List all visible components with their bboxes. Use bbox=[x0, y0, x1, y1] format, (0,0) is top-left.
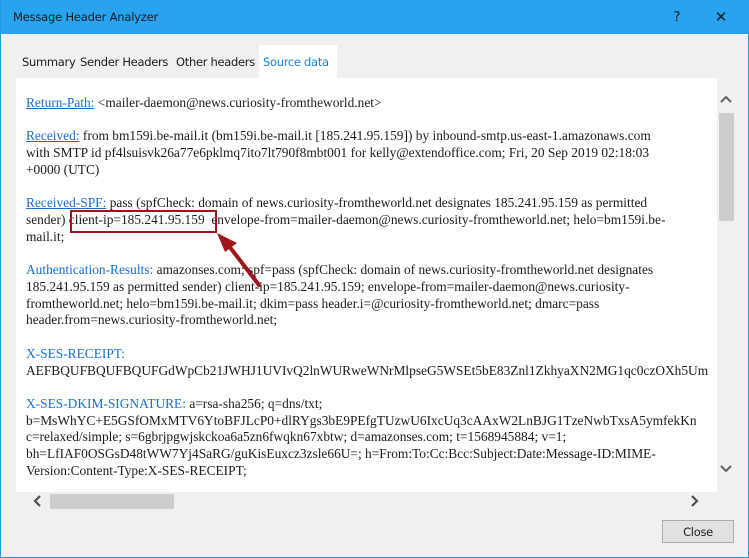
close-button[interactable]: Close bbox=[662, 520, 734, 543]
header-value: +0000 (UTC) bbox=[26, 161, 100, 177]
scroll-left-button[interactable] bbox=[28, 492, 46, 510]
client-ip-value: client-ip=185.241.95.159 bbox=[68, 211, 205, 227]
window-title: Message Header Analyzer bbox=[13, 10, 159, 24]
scroll-down-button[interactable] bbox=[717, 460, 735, 478]
header-value: AEFBQUFBQUFBQUFGdWpCb21JWHJ1UVIvQ2lnWURw… bbox=[26, 362, 709, 378]
header-entry-received-spf: Received-SPF: pass (spfCheck: domain of … bbox=[26, 195, 716, 245]
header-value: from bm159i.be-mail.it (bm159i.be-mail.i… bbox=[82, 128, 651, 144]
header-value: sender) bbox=[26, 211, 66, 227]
header-value: pass (spfCheck: domain of news.curiosity… bbox=[109, 195, 648, 211]
header-value: with SMTP id pf4lsuisvk26a77e6pklmq7ito7… bbox=[26, 145, 650, 161]
header-key-link[interactable]: X-SES-DKIM-SIGNATURE: bbox=[26, 396, 186, 411]
chevron-right-icon bbox=[691, 495, 699, 507]
scroll-right-button[interactable] bbox=[686, 492, 704, 510]
header-key-link[interactable]: Received: bbox=[26, 128, 80, 143]
header-value: mail.it; bbox=[26, 228, 65, 244]
header-value: 185.241.95.159 as permitted sender) clie… bbox=[26, 278, 630, 294]
tab-sender-headers[interactable]: Sender Headers bbox=[76, 45, 172, 78]
header-key-link[interactable]: Received-SPF: bbox=[26, 195, 106, 210]
vertical-scroll-thumb[interactable] bbox=[719, 113, 734, 221]
horizontal-scrollbar[interactable] bbox=[16, 492, 717, 510]
header-value: header.from=news.curiosity-fromtheworld.… bbox=[26, 312, 278, 328]
header-value: Version:Content-Type:X-SES-RECEIPT; bbox=[26, 463, 247, 479]
header-entry-x-ses-receipt: X-SES-RECEIPT: AEFBQUFBQUFBQUFGdWpCb21JW… bbox=[26, 346, 716, 380]
source-data-text: Return-Path: <mailer-daemon@news.curiosi… bbox=[26, 95, 716, 492]
header-key-link[interactable]: Return-Path: bbox=[26, 95, 94, 110]
help-button[interactable]: ? bbox=[655, 0, 699, 34]
window-close-button[interactable]: ✕ bbox=[699, 0, 743, 34]
scroll-up-button[interactable] bbox=[717, 90, 735, 108]
header-value: bh=LfIAF0OSGsD48tWW7Yj4SaRG/guKisEuxcz3z… bbox=[26, 446, 656, 462]
header-key-link[interactable]: Authentication-Results: bbox=[26, 262, 153, 277]
message-header-analyzer-dialog: Message Header Analyzer ? ✕ Summary Send… bbox=[0, 0, 749, 558]
header-value: fromtheworld.net; helo=bm159i.be-mail.it… bbox=[26, 295, 600, 311]
chevron-down-icon bbox=[720, 465, 732, 473]
header-value: <mailer-daemon@news.curiosity-fromthewor… bbox=[97, 95, 382, 110]
header-value: a=rsa-sha256; q=dns/txt; bbox=[189, 395, 323, 411]
chevron-left-icon bbox=[33, 495, 41, 507]
help-icon: ? bbox=[673, 9, 681, 25]
header-key-link[interactable]: X-SES-RECEIPT: bbox=[26, 346, 716, 363]
close-icon: ✕ bbox=[714, 8, 728, 26]
header-value: b=MsWhYC+E5GSfOMxMTV6YtoBFJLcP0+dlRYgs3b… bbox=[26, 412, 697, 428]
header-value: amazonses.com; spf=pass (spfCheck: domai… bbox=[156, 262, 654, 278]
title-bar: Message Header Analyzer ? ✕ bbox=[1, 0, 749, 34]
horizontal-scroll-thumb[interactable] bbox=[50, 494, 174, 509]
vertical-scrollbar[interactable] bbox=[717, 78, 735, 492]
tab-summary[interactable]: Summary bbox=[18, 45, 79, 78]
header-value: c=relaxed/simple; s=6gbrjpgwjskckoa6a5zn… bbox=[26, 429, 567, 445]
tab-source-data[interactable]: Source data bbox=[259, 45, 337, 78]
tab-other-headers[interactable]: Other headers bbox=[172, 45, 259, 78]
header-value: envelope-from=mailer-daemon@news.curiosi… bbox=[211, 211, 666, 227]
header-entry-x-ses-dkim-signature: X-SES-DKIM-SIGNATURE: a=rsa-sha256; q=dn… bbox=[26, 396, 716, 480]
header-entry-received: Received: from bm159i.be-mail.it (bm159i… bbox=[26, 128, 716, 178]
source-data-panel: Return-Path: <mailer-daemon@news.curiosi… bbox=[16, 78, 717, 492]
chevron-up-icon bbox=[720, 95, 732, 103]
header-entry-return-path: Return-Path: <mailer-daemon@news.curiosi… bbox=[26, 95, 716, 112]
header-entry-authentication-results: Authentication-Results: amazonses.com; s… bbox=[26, 262, 716, 329]
